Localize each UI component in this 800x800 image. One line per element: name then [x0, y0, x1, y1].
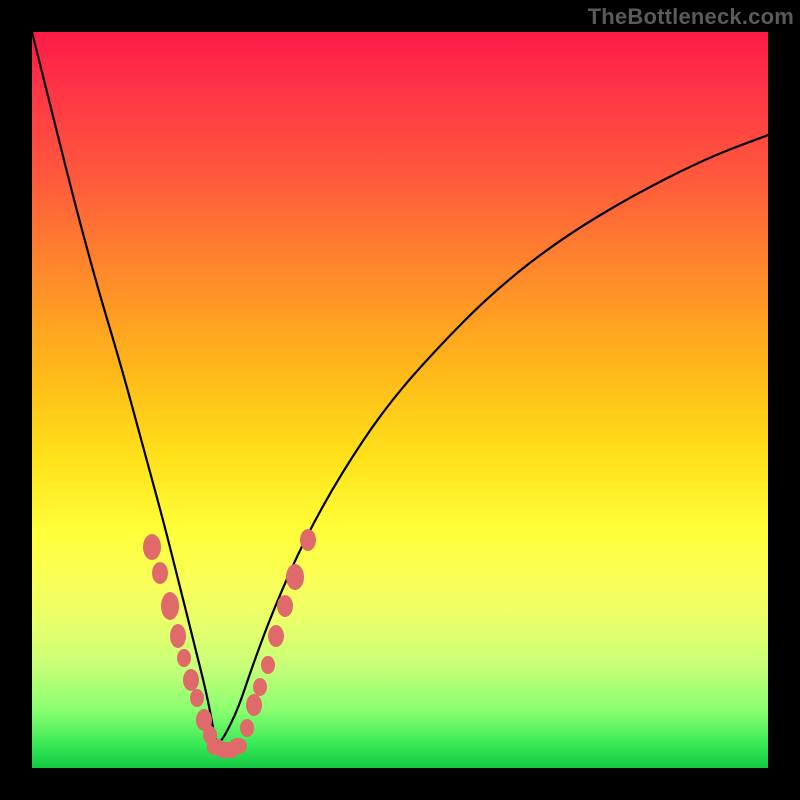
curve-svg: [32, 32, 768, 768]
highlighted-point: [161, 592, 179, 620]
highlighted-point: [240, 719, 254, 737]
highlighted-point: [300, 529, 316, 551]
highlighted-point: [143, 534, 161, 560]
highlighted-point: [246, 694, 262, 716]
plot-area: [32, 32, 768, 768]
highlighted-point: [170, 624, 186, 648]
highlighted-point: [277, 595, 293, 617]
highlighted-point: [268, 625, 284, 647]
highlighted-point: [253, 678, 267, 696]
highlighted-point: [152, 562, 168, 584]
highlighted-point: [286, 564, 304, 590]
bottleneck-curve-path: [32, 32, 768, 743]
chart-frame: TheBottleneck.com: [0, 0, 800, 800]
highlighted-point: [183, 669, 199, 691]
highlighted-point: [229, 738, 247, 754]
watermark-text: TheBottleneck.com: [588, 4, 794, 30]
highlighted-point: [177, 649, 191, 667]
highlighted-point: [261, 656, 275, 674]
highlighted-point: [190, 689, 204, 707]
